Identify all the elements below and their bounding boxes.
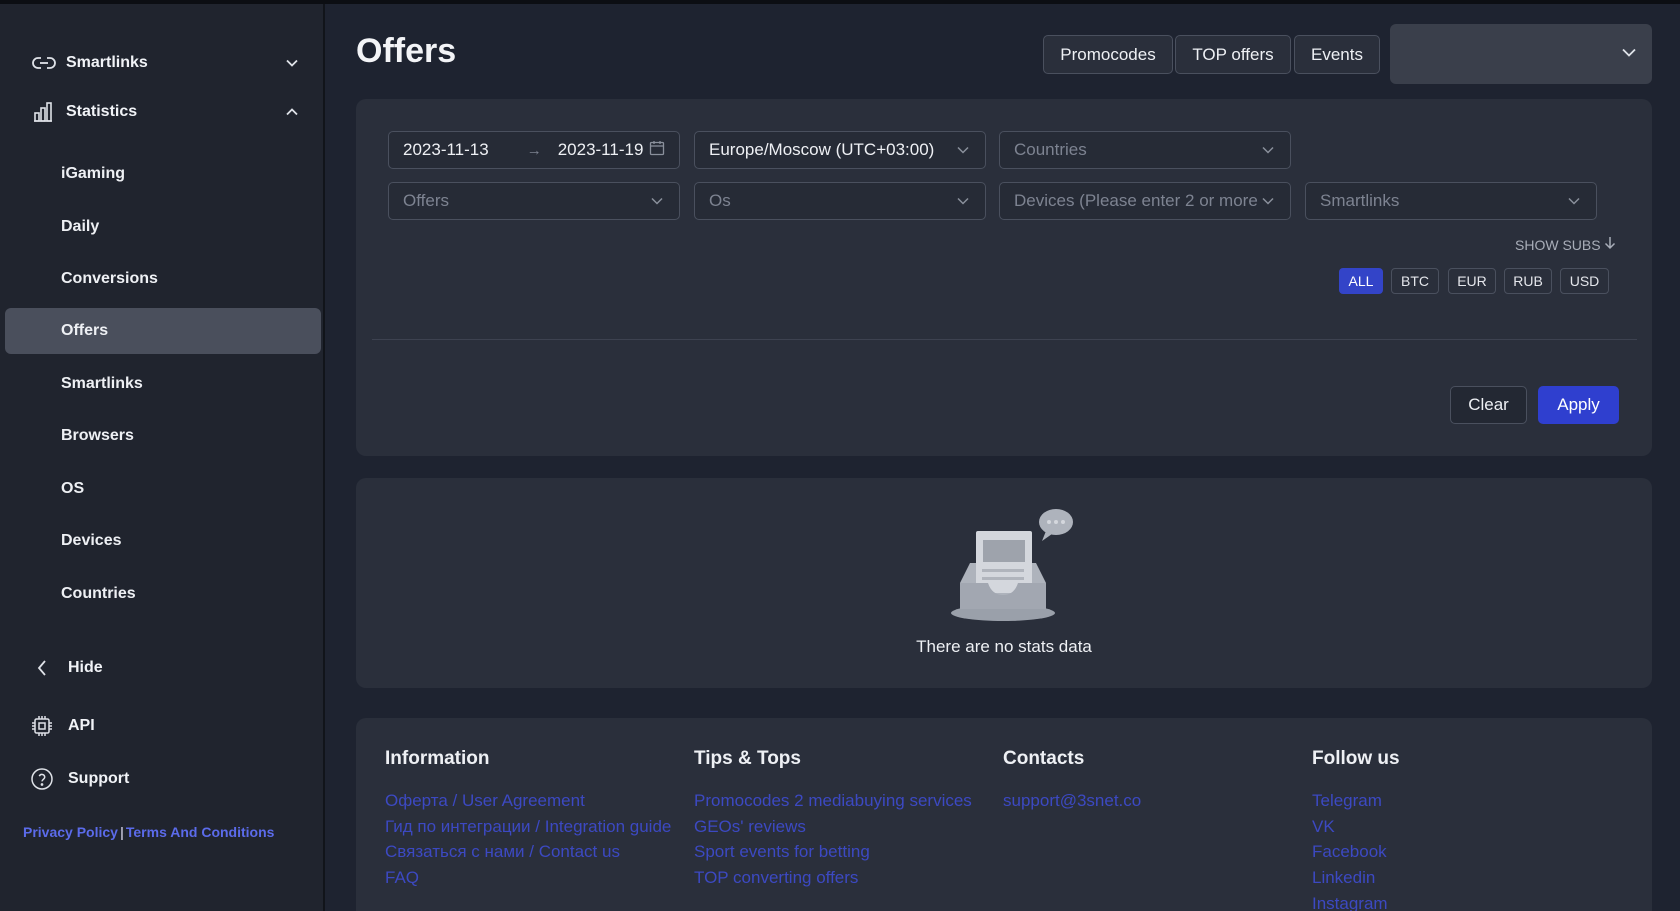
currency-btc-button[interactable]: BTC <box>1391 268 1439 294</box>
sidebar: Smartlinks Statistics iGaming Daily Conv… <box>0 4 325 911</box>
footer-link-top-offers[interactable]: TOP converting offers <box>694 865 972 891</box>
link-icon <box>22 55 66 71</box>
api-label: API <box>68 717 95 734</box>
support-label: Support <box>68 770 130 787</box>
footer-link-vk[interactable]: VK <box>1312 814 1400 840</box>
devices-select[interactable]: Devices (Please enter 2 or more ... <box>999 182 1291 220</box>
sidebar-item-igaming[interactable]: iGaming <box>5 151 321 197</box>
chevron-down-icon <box>649 197 665 205</box>
chevron-down-icon <box>1566 197 1582 205</box>
footer-link-linkedin[interactable]: Linkedin <box>1312 865 1400 891</box>
events-button[interactable]: Events <box>1294 35 1380 74</box>
currency-rub-button[interactable]: RUB <box>1504 268 1552 294</box>
chevron-down-icon <box>955 146 971 154</box>
devices-placeholder: Devices (Please enter 2 or more ... <box>1014 191 1260 210</box>
footer-heading: Contacts <box>1003 748 1085 769</box>
empty-state-text: There are no stats data <box>916 637 1092 656</box>
timezone-select[interactable]: Europe/Moscow (UTC+03:00) <box>694 131 986 169</box>
terms-link[interactable]: Terms And Conditions <box>126 824 275 840</box>
footer-link-contact-us[interactable]: Связаться с нами / Contact us <box>385 839 671 865</box>
chevron-up-icon <box>277 108 307 116</box>
offers-select[interactable]: Offers <box>388 182 680 220</box>
footer-link-integration-guide[interactable]: Гид по интеграции / Integration guide <box>385 814 671 840</box>
footer-contacts: Contacts support@3snet.co <box>1003 748 1141 814</box>
chip-icon <box>22 714 62 738</box>
sidebar-item-devices[interactable]: Devices <box>5 518 321 564</box>
show-subs-label: SHOW SUBS <box>1515 236 1601 253</box>
help-circle-icon <box>22 767 62 791</box>
support-link[interactable]: Support <box>22 759 307 799</box>
footer-heading: Tips & Tops <box>694 748 801 769</box>
calendar-icon <box>649 140 665 161</box>
sidebar-item-browsers[interactable]: Browsers <box>5 413 321 459</box>
filters-divider <box>372 339 1637 340</box>
sidebar-group-smartlinks[interactable]: Smartlinks <box>22 43 307 83</box>
hide-sidebar-button[interactable]: Hide <box>22 648 307 688</box>
smartlinks-select[interactable]: Smartlinks <box>1305 182 1597 220</box>
chevron-down-icon <box>277 59 307 67</box>
show-subs-toggle[interactable]: SHOW SUBS <box>1515 236 1616 253</box>
countries-placeholder: Countries <box>1014 140 1087 159</box>
promocodes-button[interactable]: Promocodes <box>1043 35 1173 74</box>
sidebar-item-conversions[interactable]: Conversions <box>5 256 321 302</box>
chevron-down-icon <box>1260 197 1276 205</box>
sidebar-item-smartlinks[interactable]: Smartlinks <box>5 361 321 407</box>
footer-heading: Follow us <box>1312 748 1400 769</box>
footer-link-telegram[interactable]: Telegram <box>1312 788 1400 814</box>
sidebar-group-label: Statistics <box>66 103 138 120</box>
footer-link-facebook[interactable]: Facebook <box>1312 839 1400 865</box>
api-link[interactable]: API <box>22 706 307 746</box>
footer-link-user-agreement[interactable]: Оферта / User Agreement <box>385 788 671 814</box>
countries-select[interactable]: Countries <box>999 131 1291 169</box>
offers-placeholder: Offers <box>403 191 449 210</box>
sidebar-item-os[interactable]: OS <box>5 466 321 512</box>
timezone-value: Europe/Moscow (UTC+03:00) <box>709 140 935 159</box>
os-select[interactable]: Os <box>694 182 986 220</box>
chevron-down-icon <box>955 197 971 205</box>
footer-heading: Information <box>385 748 490 769</box>
footer-tips-tops: Tips & Tops Promocodes 2 mediabuying ser… <box>694 748 972 891</box>
footer-link-sport-events[interactable]: Sport events for betting <box>694 839 972 865</box>
arrow-down-icon <box>1604 236 1616 253</box>
chevron-down-icon <box>1622 44 1636 62</box>
page-title: Offers <box>356 32 457 70</box>
currency-all-button[interactable]: ALL <box>1339 268 1383 294</box>
footer-follow-us: Follow us Telegram VK Facebook Linkedin … <box>1312 748 1400 911</box>
footer-link-support-email[interactable]: support@3snet.co <box>1003 788 1141 814</box>
empty-inbox-icon <box>948 505 1078 630</box>
bar-chart-icon <box>22 101 66 123</box>
apply-button[interactable]: Apply <box>1538 386 1619 424</box>
footer-link-instagram[interactable]: Instagram <box>1312 891 1400 911</box>
os-placeholder: Os <box>709 191 731 210</box>
sidebar-item-offers[interactable]: Offers <box>5 308 321 354</box>
clear-button[interactable]: Clear <box>1450 386 1527 424</box>
footer-link-geo-reviews[interactable]: GEOs' reviews <box>694 814 972 840</box>
footer-link-promocodes[interactable]: Promocodes 2 mediabuying services <box>694 788 972 814</box>
hide-label: Hide <box>68 659 103 676</box>
top-offers-button[interactable]: TOP offers <box>1175 35 1291 74</box>
date-arrow: → <box>526 141 542 159</box>
currency-usd-button[interactable]: USD <box>1560 268 1609 294</box>
date-to: 2023-11-19 <box>557 140 644 159</box>
footer-link-faq[interactable]: FAQ <box>385 865 671 891</box>
date-from: 2023-11-13 <box>403 140 489 159</box>
chevron-down-icon <box>1260 146 1276 154</box>
sidebar-group-label: Smartlinks <box>66 54 148 71</box>
sidebar-item-daily[interactable]: Daily <box>5 204 321 250</box>
smartlinks-placeholder: Smartlinks <box>1320 191 1400 210</box>
sidebar-group-statistics[interactable]: Statistics <box>22 92 307 132</box>
sidebar-item-countries[interactable]: Countries <box>5 571 321 617</box>
account-select[interactable] <box>1390 24 1652 84</box>
footer-information: Information Оферта / User Agreement Гид … <box>385 748 671 891</box>
date-range-picker[interactable]: 2023-11-13 → 2023-11-19 <box>388 131 680 169</box>
currency-eur-button[interactable]: EUR <box>1448 268 1496 294</box>
legal-separator: | <box>119 824 124 840</box>
privacy-policy-link[interactable]: Privacy Policy <box>23 824 118 840</box>
chevron-left-icon <box>22 660 62 676</box>
legal-links: Privacy Policy | Terms And Conditions <box>23 824 274 840</box>
